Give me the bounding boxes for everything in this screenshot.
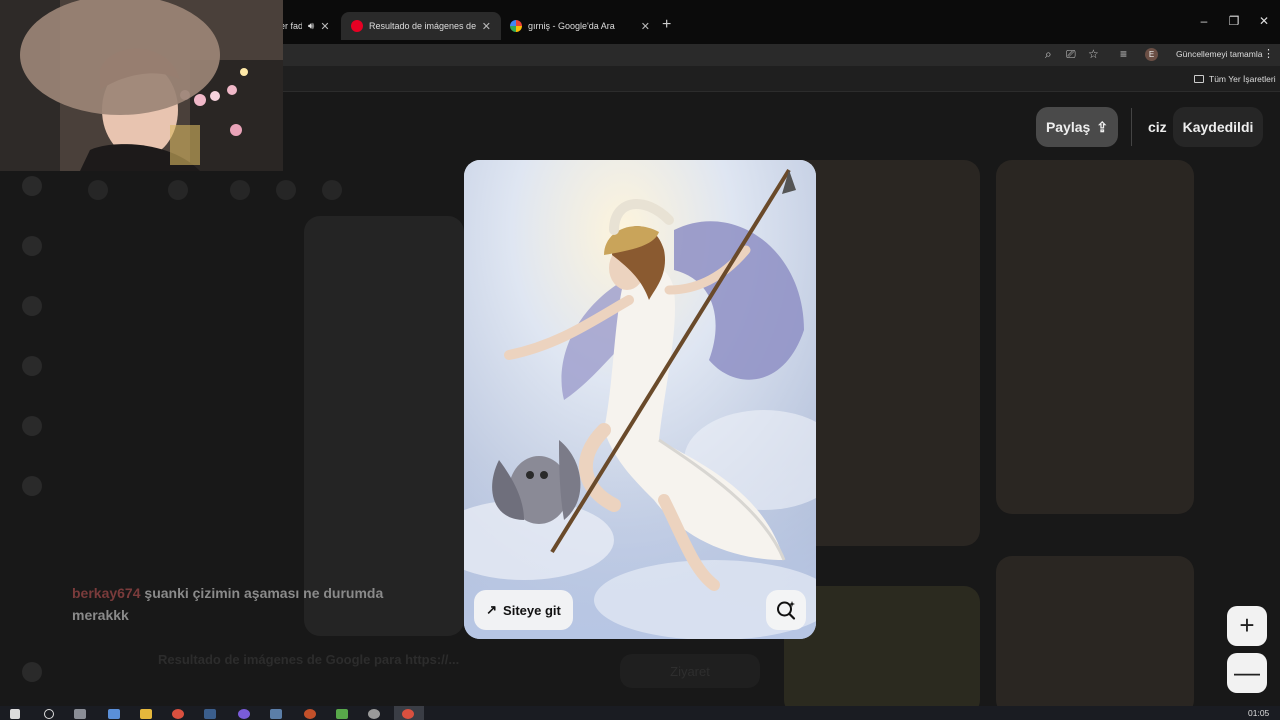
help-nav-icon[interactable] [22, 662, 42, 682]
athena-artwork-image [464, 160, 816, 639]
visit-site-button[interactable]: ↗ Siteye git [474, 590, 573, 630]
app-icon[interactable] [336, 709, 348, 719]
more-icon[interactable] [322, 180, 342, 200]
app-icon[interactable] [368, 709, 380, 719]
tab-pinterest[interactable]: Resultado de imágenes de Goo ✕ [341, 12, 501, 40]
app-icon[interactable] [270, 709, 282, 719]
zoom-out-button[interactable]: — [1227, 653, 1267, 693]
update-button[interactable]: Güncellemeyi tamamla [1176, 49, 1262, 59]
discord-icon[interactable] [238, 709, 250, 719]
updates-nav-icon[interactable] [22, 356, 42, 376]
restore-button[interactable]: ❐ [1224, 14, 1244, 28]
windows-start-icon[interactable] [10, 709, 20, 719]
task-view-icon[interactable] [74, 709, 86, 719]
search-icon[interactable] [44, 709, 54, 719]
zoom-in-button[interactable]: + [1227, 606, 1267, 646]
tab-title: er fad [280, 21, 302, 31]
like-icon[interactable] [168, 180, 188, 200]
divider [1131, 108, 1132, 146]
pin-closeup-modal[interactable]: ↗ Siteye git [464, 160, 816, 639]
home-nav-icon[interactable] [22, 176, 42, 196]
webcam-overlay [0, 0, 283, 171]
widgets-icon[interactable] [108, 709, 120, 719]
arrow-up-right-icon: ↗ [486, 602, 498, 617]
more-menu-icon[interactable]: ⋮ [1263, 47, 1274, 60]
related-pin[interactable] [996, 160, 1194, 514]
pin-description: Resultado de imágenes de Google para htt… [158, 652, 460, 667]
webcam-feed-image [0, 0, 283, 171]
close-tab-icon[interactable]: ✕ [482, 20, 491, 33]
share-label: Paylaş [1045, 119, 1091, 135]
create-nav-icon[interactable] [22, 296, 42, 316]
messages-nav-icon[interactable] [22, 416, 42, 436]
upload-share-icon: ⇪ [1096, 118, 1109, 135]
visit-site-label: Siteye git [503, 602, 561, 618]
tab-title: Resultado de imágenes de Goo [369, 21, 476, 31]
settings-nav-icon[interactable] [22, 476, 42, 496]
screen: er fad 🔊︎ ✕ Resultado de imágenes de Goo… [0, 0, 1280, 720]
speaker-icon: 🔊︎ [308, 20, 315, 32]
tab-google[interactable]: gırniş - Google'da Ara ✕ [500, 12, 660, 40]
minimize-button[interactable]: – [1194, 14, 1214, 28]
profile-avatar[interactable]: E [1145, 48, 1158, 61]
chrome-icon[interactable] [172, 709, 184, 719]
close-window-button[interactable]: ✕ [1254, 14, 1274, 28]
new-tab-button[interactable]: + [662, 16, 671, 34]
saved-button[interactable]: Kaydedildi [1173, 107, 1263, 147]
share-small-icon[interactable] [276, 180, 296, 200]
file-explorer-icon[interactable] [140, 709, 152, 719]
share-button[interactable]: Paylaş ⇪ [1036, 107, 1118, 147]
system-clock[interactable]: 01:05 [1248, 708, 1269, 718]
os-taskbar: 01:05 [0, 706, 1280, 720]
related-pin[interactable] [996, 556, 1194, 716]
comment-icon[interactable] [230, 180, 250, 200]
stream-chat-message: berkay674 şuanki çizimin aşaması ne duru… [72, 582, 402, 626]
pinterest-icon [351, 20, 363, 32]
folder-icon [1194, 75, 1204, 83]
bookmark-star-icon[interactable]: ☆ [1088, 47, 1099, 61]
steam-icon[interactable] [204, 709, 216, 719]
back-icon[interactable] [88, 180, 108, 200]
main-pin-image [304, 216, 464, 636]
obs-icon[interactable] [304, 709, 316, 719]
visual-search-button[interactable] [766, 590, 806, 630]
close-tab-icon[interactable]: ✕ [641, 20, 650, 33]
media-queue-icon[interactable]: ≡ [1120, 47, 1127, 61]
lens-sparkle-icon [777, 601, 796, 620]
all-bookmarks-folder[interactable]: Tüm Yer İşaretleri [1194, 74, 1276, 84]
bookmarks-folder-label: Tüm Yer İşaretleri [1209, 74, 1276, 84]
zoom-lens-icon[interactable]: ⌕ [1045, 47, 1052, 62]
explore-nav-icon[interactable] [22, 236, 42, 256]
chat-username: berkay674 [72, 585, 141, 601]
board-selector[interactable]: ciz [1148, 119, 1167, 135]
close-tab-icon[interactable]: ✕ [320, 20, 329, 33]
google-icon [510, 20, 522, 32]
visit-button-background[interactable]: Ziyaret [620, 654, 760, 688]
install-app-icon[interactable]: ⎚ [1066, 47, 1076, 62]
tab-title: gırniş - Google'da Ara [528, 21, 615, 31]
chrome-active-icon[interactable] [402, 709, 414, 719]
